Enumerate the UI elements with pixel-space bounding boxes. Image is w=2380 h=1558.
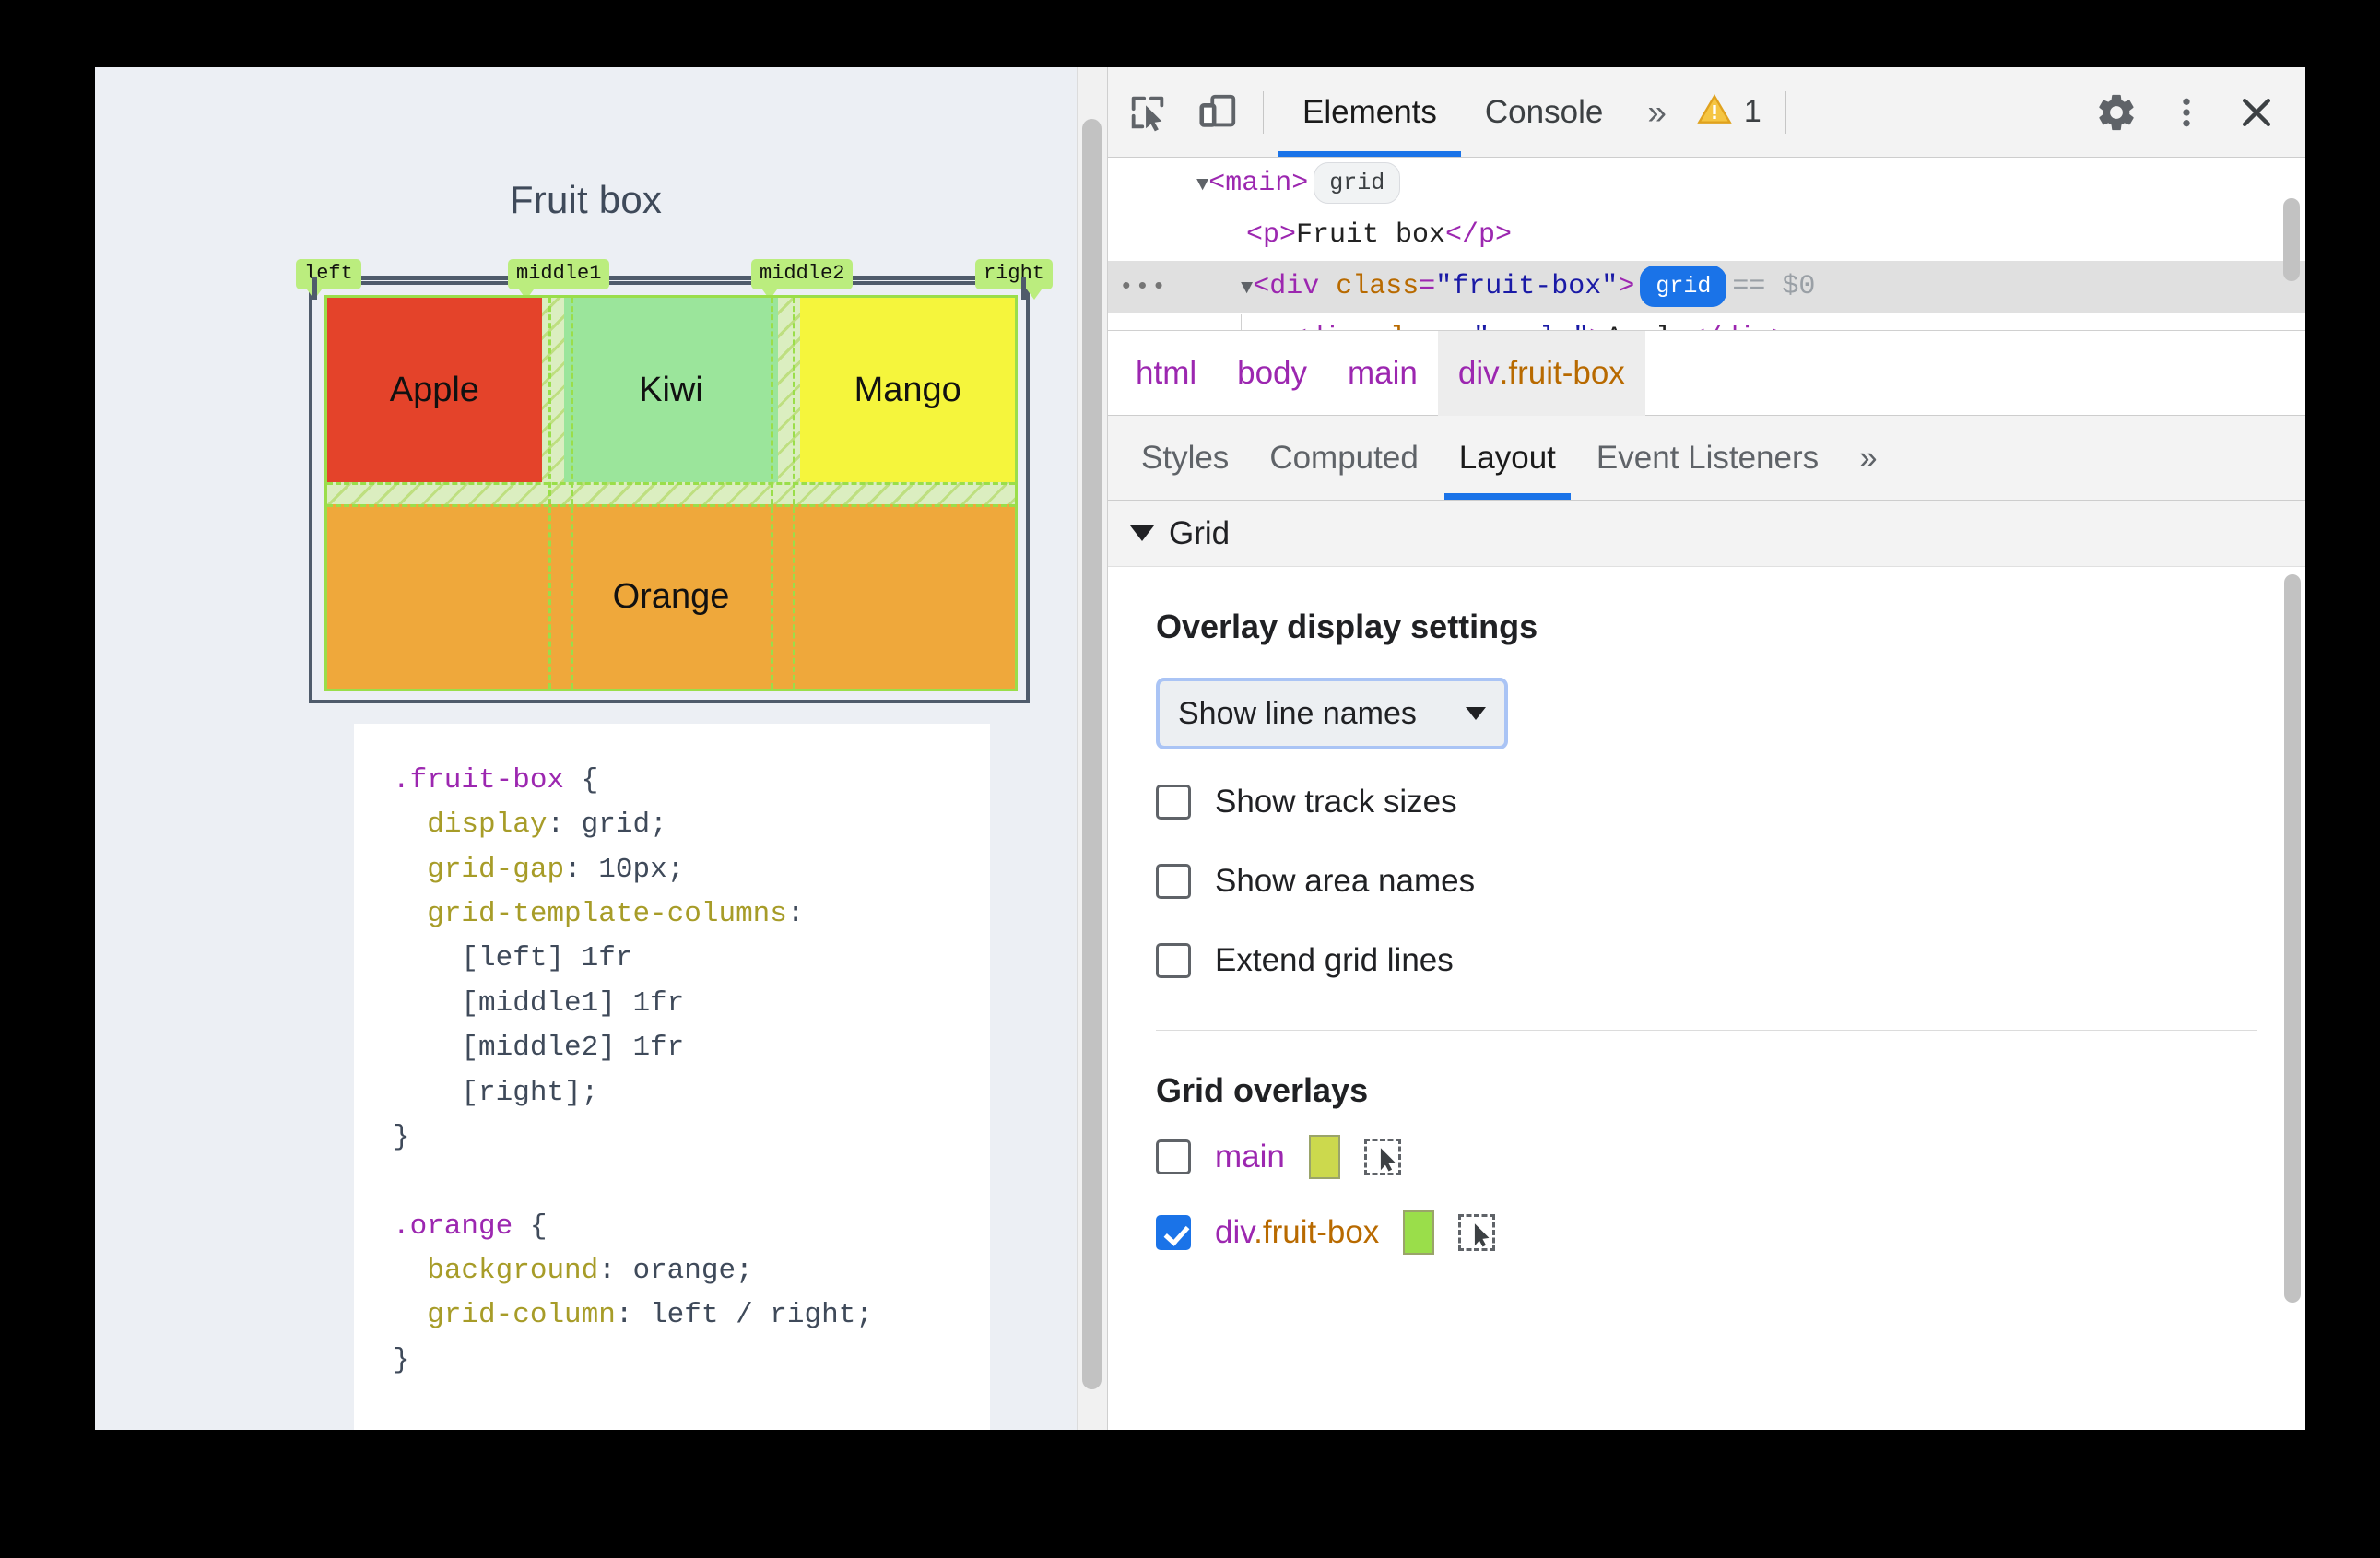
checkbox-label-show-track-sizes: Show track sizes	[1215, 784, 1457, 820]
grid-badge-main[interactable]: grid	[1314, 161, 1401, 204]
dom-console-ref: == $0	[1732, 271, 1816, 302]
tab-elements[interactable]: Elements	[1278, 68, 1461, 157]
grid-line-badge-right: right	[975, 259, 1054, 300]
checkbox-row-show-area-names[interactable]: Show area names	[1108, 855, 2305, 908]
tab-console[interactable]: Console	[1461, 68, 1627, 157]
more-tabs-chevron-icon[interactable]: »	[1627, 93, 1687, 132]
checkbox-row-show-track-sizes[interactable]: Show track sizes	[1108, 775, 2305, 829]
tab-elements-label: Elements	[1302, 93, 1437, 130]
grid-line-tick-right	[1021, 277, 1026, 300]
chevron-down-icon[interactable]	[1130, 525, 1154, 541]
dom-row-main[interactable]: ▼<main> grid	[1108, 158, 2305, 209]
page-title: Fruit box	[509, 178, 663, 221]
toolbar-divider-2	[1785, 90, 1786, 134]
checkbox-extend-grid-lines[interactable]	[1156, 943, 1191, 978]
checkbox-label-show-area-names: Show area names	[1215, 863, 1476, 899]
breadcrumb-item-body[interactable]: body	[1217, 331, 1327, 416]
gear-icon[interactable]	[2086, 82, 2147, 143]
grid-gap-line-1	[548, 298, 551, 689]
tab-styles[interactable]: Styles	[1121, 417, 1249, 500]
overlay-display-settings-title: Overlay display settings	[1156, 608, 1538, 645]
grid-overlay-row-main[interactable]: main	[1108, 1128, 2305, 1186]
grid-overlay-name-main: main	[1215, 1139, 1285, 1174]
layout-panel-body: Overlay display settings Show line names…	[1108, 567, 2305, 1319]
grid-overlay-name-fruit-box: div.fruit-box	[1215, 1214, 1380, 1250]
fruit-box-grid: Apple Kiwi Mango Orange	[324, 295, 1018, 691]
grid-cell-orange: Orange	[327, 504, 1015, 689]
css-code-sample: .fruit-box { display: grid; grid-gap: 10…	[354, 724, 990, 1430]
grid-gap-line-4	[793, 298, 795, 689]
css-selector-orange: .orange	[393, 1210, 513, 1243]
dom-row-fruit-box[interactable]: ••• ▼<div class="fruit-box"> grid == $0	[1108, 261, 2305, 313]
dom-indent-guide	[1241, 314, 1242, 330]
device-toolbar-icon[interactable]	[1187, 82, 1248, 143]
css-selector-fruit-box: .fruit-box	[393, 764, 565, 797]
checkbox-overlay-fruit-box[interactable]	[1156, 1215, 1191, 1250]
breadcrumb-item-html[interactable]: html	[1115, 331, 1217, 416]
color-swatch-fruit-box[interactable]	[1403, 1210, 1435, 1255]
close-icon[interactable]	[2226, 82, 2287, 143]
sidebar-tabs: Styles Computed Layout Event Listeners »	[1108, 416, 2305, 501]
grid-overlays-title: Grid overlays	[1156, 1071, 1369, 1109]
expand-twisty-icon-2[interactable]: ▼	[1241, 277, 1253, 300]
checkbox-show-track-sizes[interactable]	[1156, 785, 1191, 820]
checkbox-label-extend-grid-lines: Extend grid lines	[1215, 942, 1454, 978]
grid-gap-line-6	[327, 504, 1015, 507]
checkbox-show-area-names[interactable]	[1156, 864, 1191, 899]
rendered-webpage: Fruit box left middle1 middle2 right App…	[95, 67, 1077, 1430]
grid-line-badge-middle1: middle1	[508, 259, 610, 300]
toolbar-divider-1	[1263, 90, 1264, 134]
chevron-down-icon-select	[1466, 707, 1486, 720]
dom-row-p[interactable]: <p>Fruit box</p>	[1108, 209, 2305, 261]
warning-triangle-icon	[1696, 91, 1733, 133]
kebab-menu-icon[interactable]	[2156, 82, 2217, 143]
dom-tree[interactable]: ▼<main> grid <p>Fruit box</p> ••• ▼ <div cl…	[1108, 158, 2305, 331]
css-code-text: .fruit-box { display: grid; grid-gap: 10…	[393, 764, 873, 1376]
grid-badge-fruit-box[interactable]: grid	[1640, 265, 1727, 307]
checkbox-row-extend-grid-lines[interactable]: Extend grid lines	[1108, 934, 2305, 987]
warning-count: 1	[1743, 94, 1761, 129]
grid-line-tick-left	[312, 277, 317, 300]
dom-row-apple[interactable]: <div class="apple">Apple</div>	[1108, 313, 2305, 330]
browser-page: Fruit box left middle1 middle2 right App…	[95, 67, 2305, 1430]
select-element-icon-main[interactable]	[1363, 1139, 1401, 1175]
grid-gap-line-2	[571, 298, 573, 689]
dom-tree-scrollbar[interactable]	[2283, 198, 2300, 281]
tab-layout[interactable]: Layout	[1439, 417, 1576, 500]
sidebar-more-tabs-chevron-icon[interactable]: »	[1839, 417, 1897, 500]
breadcrumb-item-main[interactable]: main	[1327, 331, 1438, 416]
expand-twisty-icon[interactable]: ▼	[1196, 173, 1208, 196]
devtools-toolbar: Elements Console » 1	[1108, 67, 2305, 158]
breadcrumb: html body main div .fruit-box	[1108, 330, 2305, 416]
tab-event-listeners[interactable]: Event Listeners	[1576, 417, 1839, 500]
grid-section-title: Grid	[1169, 514, 1231, 551]
page-scrollbar-thumb[interactable]	[1082, 119, 1102, 1389]
overlay-display-select-value: Show line names	[1178, 695, 1417, 731]
overlay-display-select[interactable]: Show line names	[1156, 678, 1508, 749]
grid-cell-mango: Mango	[800, 298, 1015, 482]
grid-section-header[interactable]: Grid	[1108, 501, 2305, 567]
tab-computed[interactable]: Computed	[1249, 417, 1438, 500]
layout-scrollbar-thumb[interactable]	[2284, 574, 2301, 1303]
grid-overlay-row-fruit-box[interactable]: div.fruit-box	[1108, 1204, 2305, 1261]
select-element-icon-fruit-box[interactable]	[1458, 1214, 1496, 1251]
dom-text-fruit-box: Fruit box	[1296, 219, 1446, 251]
toolbar-right-group	[2077, 82, 2305, 143]
grid-cell-apple: Apple	[327, 298, 542, 482]
dom-row-more-icon[interactable]: •••	[1119, 261, 1166, 313]
inspect-element-icon[interactable]	[1117, 82, 1178, 143]
color-swatch-main[interactable]	[1308, 1135, 1340, 1179]
dom-tag-main: main	[1225, 168, 1292, 199]
checkbox-overlay-main[interactable]	[1156, 1139, 1191, 1174]
breadcrumb-item-div-fruit-box[interactable]: div .fruit-box	[1437, 330, 1645, 416]
grid-line-badge-middle2: middle2	[751, 259, 854, 300]
grid-cell-kiwi: Kiwi	[563, 298, 779, 482]
tab-console-label: Console	[1484, 93, 1604, 130]
grid-gap-line-5	[327, 482, 1015, 485]
grid-gap-line-3	[771, 298, 773, 689]
grid-overlay-top-rule	[312, 276, 1026, 280]
grid-line-badge-left: left	[296, 259, 361, 300]
devtools-panel: Elements Console » 1 ▼<main> grid <p>Fru…	[1107, 67, 2305, 1430]
warning-badge[interactable]: 1	[1687, 91, 1771, 133]
